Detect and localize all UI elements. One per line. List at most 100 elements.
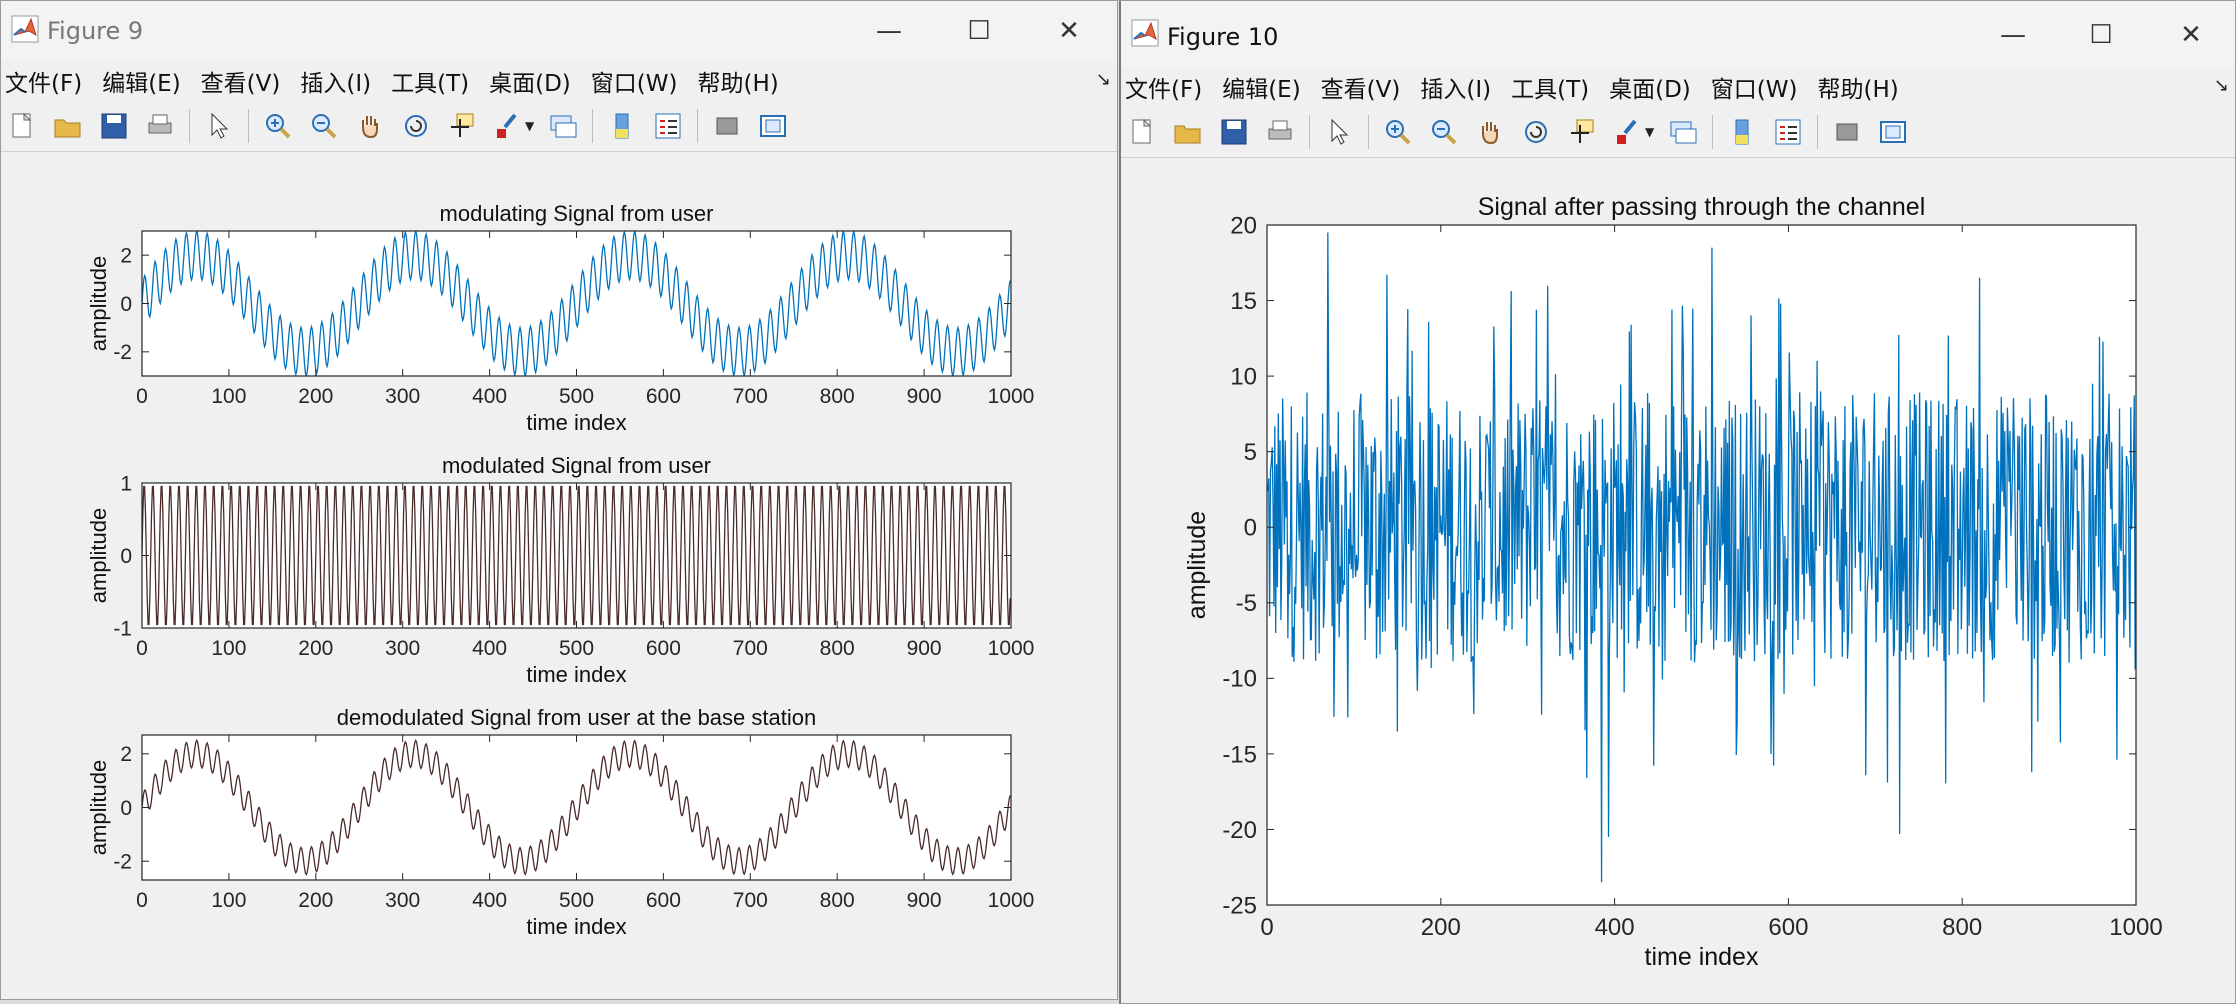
menu-edit[interactable]: 编辑(E) [102, 64, 180, 98]
x-tick-label: 800 [820, 385, 855, 408]
legend-icon[interactable] [651, 109, 685, 143]
menu-desktop[interactable]: 桌面(D) [1609, 70, 1691, 104]
data-cursor-icon[interactable] [445, 109, 479, 143]
y-tick-label: -5 [1236, 590, 1257, 617]
matlab-logo-icon [11, 15, 39, 43]
chart-0[interactable]: 0 100 200 300 400 500 600 700 800 900 100020-2modu… [86, 201, 1034, 435]
chart-title: modulated Signal from user [442, 453, 711, 478]
menu-insert[interactable]: 插入(I) [300, 64, 371, 98]
zoom-in-icon[interactable] [1381, 115, 1415, 149]
x-tick-label: 900 [907, 889, 942, 912]
menu-help[interactable]: 帮助(H) [1817, 70, 1898, 104]
x-tick-label: 1000 [988, 637, 1035, 660]
menu-insert[interactable]: 插入(I) [1420, 70, 1491, 104]
new-figure-icon[interactable] [5, 109, 39, 143]
y-tick-label: 5 [1244, 439, 1257, 466]
toolbar-separator [1817, 115, 1819, 149]
y-tick-label: -25 [1222, 892, 1257, 919]
print-icon[interactable] [1263, 115, 1297, 149]
chart-2[interactable]: 0 100 200 300 400 500 600 700 800 900 100020-2demo… [86, 705, 1034, 939]
menu-help[interactable]: 帮助(H) [697, 64, 778, 98]
x-tick-label: 200 [1421, 914, 1461, 941]
x-tick-label: 600 [1768, 914, 1808, 941]
menu-tools[interactable]: 工具(T) [1511, 70, 1589, 104]
save-icon[interactable] [1217, 115, 1251, 149]
pointer-icon[interactable] [1322, 115, 1356, 149]
axes-background [142, 735, 1011, 880]
print-icon[interactable] [143, 109, 177, 143]
minimize-button[interactable]: — [859, 7, 919, 55]
menu-window[interactable]: 窗口(W) [591, 64, 678, 98]
brush-dropdown-icon[interactable]: ▼ [525, 119, 534, 133]
open-file-icon[interactable] [1171, 115, 1205, 149]
minimize-button[interactable]: — [1983, 11, 2043, 59]
x-tick-label: 300 [385, 385, 420, 408]
rotate-3d-icon[interactable] [399, 109, 433, 143]
menu-window[interactable]: 窗口(W) [1711, 70, 1798, 104]
colorbar-icon[interactable] [1725, 115, 1759, 149]
rotate-3d-icon[interactable] [1519, 115, 1553, 149]
x-tick-label: 0 [1260, 914, 1273, 941]
zoom-in-icon[interactable] [261, 109, 295, 143]
x-tick-label: 200 [298, 889, 333, 912]
legend-icon[interactable] [1771, 115, 1805, 149]
x-tick-label: 800 [1942, 914, 1982, 941]
close-button[interactable]: ✕ [2161, 11, 2221, 59]
brush-icon[interactable] [1611, 115, 1645, 149]
chart-3[interactable]: 0 200 400 600 800 1000 20 15 10 5 0 -5 -10 -15 -20 -25 S… [1183, 193, 2163, 971]
figure-10-plot: 0 200 400 600 800 1000 20 15 10 5 0 -5 -10 -15 -20 -25 S… [1183, 193, 2163, 971]
y-tick-label: -20 [1222, 817, 1257, 844]
y-tick-label: -2 [113, 341, 132, 364]
menu-edit[interactable]: 编辑(E) [1222, 70, 1300, 104]
hide-plot-tools-icon[interactable] [1830, 115, 1864, 149]
x-tick-label: 1000 [2109, 914, 2162, 941]
dock-arrow-icon[interactable]: ↘ [2214, 75, 2229, 96]
menu-view[interactable]: 查看(V) [1321, 70, 1401, 104]
menu-view[interactable]: 查看(V) [201, 64, 281, 98]
menu-tools[interactable]: 工具(T) [391, 64, 469, 98]
figure-10-window[interactable]: Figure 10 — ☐ ✕ 文件(F) 编辑(E) 查看(V) 插入(I) … [1119, 0, 2236, 1004]
menu-desktop[interactable]: 桌面(D) [489, 64, 571, 98]
colorbar-icon[interactable] [605, 109, 639, 143]
show-plot-tools-icon[interactable] [756, 109, 790, 143]
x-tick-label: 600 [646, 385, 681, 408]
y-tick-label: 2 [120, 743, 132, 766]
show-plot-tools-icon[interactable] [1876, 115, 1910, 149]
zoom-out-icon[interactable] [307, 109, 341, 143]
menu-file[interactable]: 文件(F) [5, 64, 82, 98]
pan-icon[interactable] [1473, 115, 1507, 149]
open-file-icon[interactable] [51, 109, 85, 143]
hide-plot-tools-icon[interactable] [710, 109, 744, 143]
y-tick-label: 15 [1230, 288, 1257, 315]
save-icon[interactable] [97, 109, 131, 143]
x-tick-label: 0 [136, 385, 148, 408]
maximize-button[interactable]: ☐ [949, 7, 1009, 55]
dock-arrow-icon[interactable]: ↘ [1096, 69, 1111, 90]
title-bar[interactable]: Figure 10 — ☐ ✕ [1121, 1, 2235, 67]
x-tick-label: 1000 [988, 889, 1035, 912]
x-tick-label: 500 [559, 889, 594, 912]
chart-title: demodulated Signal from user at the base… [337, 705, 816, 730]
link-plot-icon[interactable] [1666, 115, 1700, 149]
figure-9-window[interactable]: Figure 9 — ☐ ✕ 文件(F) 编辑(E) 查看(V) 插入(I) 工… [0, 0, 1118, 1000]
brush-icon[interactable] [491, 109, 525, 143]
data-cursor-icon[interactable] [1565, 115, 1599, 149]
close-button[interactable]: ✕ [1039, 7, 1099, 55]
y-tick-label: 0 [120, 293, 132, 316]
pointer-icon[interactable] [202, 109, 236, 143]
menu-file[interactable]: 文件(F) [1125, 70, 1202, 104]
x-axis-label: time index [526, 914, 626, 939]
y-tick-label: 1 [120, 472, 132, 495]
new-figure-icon[interactable] [1125, 115, 1159, 149]
maximize-button[interactable]: ☐ [2071, 11, 2131, 59]
x-tick-label: 0 [136, 889, 148, 912]
x-tick-label: 600 [646, 637, 681, 660]
brush-dropdown-icon[interactable]: ▼ [1645, 125, 1654, 139]
title-bar[interactable]: Figure 9 — ☐ ✕ [1, 1, 1117, 61]
link-plot-icon[interactable] [546, 109, 580, 143]
chart-1[interactable]: 0 100 200 300 400 500 600 700 800 900 100010-1modu… [86, 453, 1034, 687]
pan-icon[interactable] [353, 109, 387, 143]
zoom-out-icon[interactable] [1427, 115, 1461, 149]
x-axis-label: time index [526, 662, 626, 687]
x-tick-label: 900 [907, 637, 942, 660]
